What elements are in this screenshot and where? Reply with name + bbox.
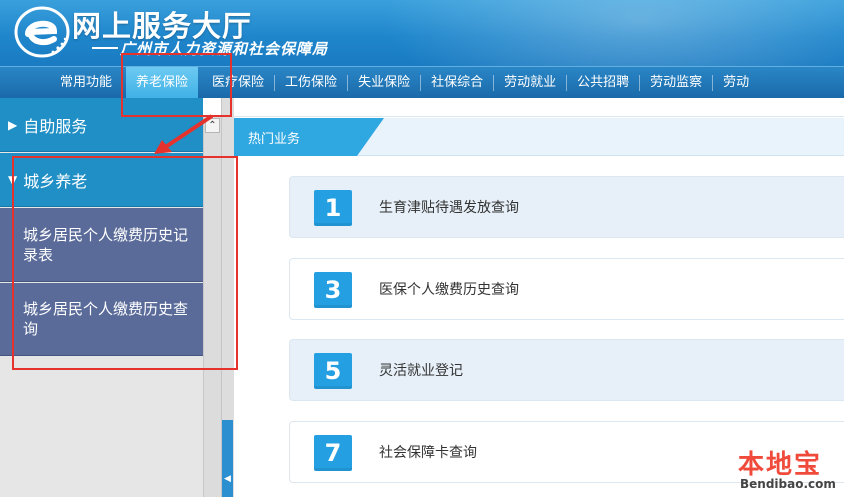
sidebar-item-label: 城乡居民个人缴费历史记录表: [23, 225, 189, 264]
nav-tab-pension[interactable]: 养老保险: [126, 67, 199, 98]
hot-business-tab-label: 热门业务: [248, 132, 301, 147]
sidebar-collapse-handle[interactable]: [222, 420, 233, 497]
number-badge: 1: [314, 190, 352, 226]
watermark-url: Bendibao.com: [740, 477, 836, 491]
triangle-right-icon: ▶: [8, 117, 18, 132]
business-label: 医保个人缴费历史查询: [379, 282, 519, 298]
nav-tab-common[interactable]: 常用功能: [50, 67, 122, 98]
sidebar-group-urban-rural-pension[interactable]: ▼ 城乡养老: [0, 153, 203, 207]
nav-tab-injury[interactable]: 工伤保险: [275, 67, 347, 98]
nav-tab-medical[interactable]: 医疗保险: [202, 67, 274, 98]
nav-tab-recruitment[interactable]: 公共招聘: [567, 67, 639, 98]
nav-tab-labor-more[interactable]: 劳动: [713, 67, 759, 98]
collapse-arrow-icon: ◀: [224, 474, 231, 484]
business-row-medical-payment-history[interactable]: 3 医保个人缴费历史查询: [289, 258, 844, 320]
nav-tab-social-general[interactable]: 社保综合: [421, 67, 493, 98]
sidebar-item-payment-record-table[interactable]: 城乡居民个人缴费历史记录表: [0, 208, 203, 282]
site-subtitle-text: 广州市人力资源和社会保障局: [120, 40, 329, 58]
business-label: 生育津贴待遇发放查询: [379, 200, 519, 216]
annotation-arrow-icon: [154, 114, 214, 154]
number-badge: 7: [314, 435, 352, 471]
triangle-down-icon: ▼: [8, 172, 18, 187]
header-shine: [380, 0, 844, 66]
main-nav: 常用功能 养老保险 医疗保险 工伤保险 失业保险 社保综合 劳动就业 公共招聘 …: [0, 66, 844, 98]
content-divider: [234, 116, 844, 117]
number-badge: 5: [314, 353, 352, 389]
business-label: 灵活就业登记: [379, 363, 463, 379]
sidebar-item-payment-history-query[interactable]: 城乡居民个人缴费历史查询: [0, 283, 203, 356]
header-banner: 网上服务大厅 广州市人力资源和社会保障局: [0, 0, 844, 66]
e-logo-icon: [14, 6, 70, 58]
nav-tab-employment[interactable]: 劳动就业: [494, 67, 566, 98]
nav-tab-unemployment[interactable]: 失业保险: [348, 67, 420, 98]
sidebar-scrollbar[interactable]: ⌃: [203, 116, 221, 497]
business-row-maternity-allowance[interactable]: 1 生育津贴待遇发放查询: [289, 176, 844, 238]
sidebar-group-label: 城乡养老: [23, 171, 88, 191]
site-subtitle: 广州市人力资源和社会保障局: [90, 38, 328, 59]
business-row-flexible-employment[interactable]: 5 灵活就业登记: [289, 339, 844, 401]
sidebar-item-label: 城乡居民个人缴费历史查询: [23, 300, 189, 338]
nav-tab-labor-inspection[interactable]: 劳动监察: [640, 67, 712, 98]
watermark-text: 本地宝: [738, 450, 823, 480]
number-badge: 3: [314, 272, 352, 308]
sidebar-group-label: 自助服务: [23, 116, 88, 136]
business-label: 社会保障卡查询: [379, 445, 477, 461]
